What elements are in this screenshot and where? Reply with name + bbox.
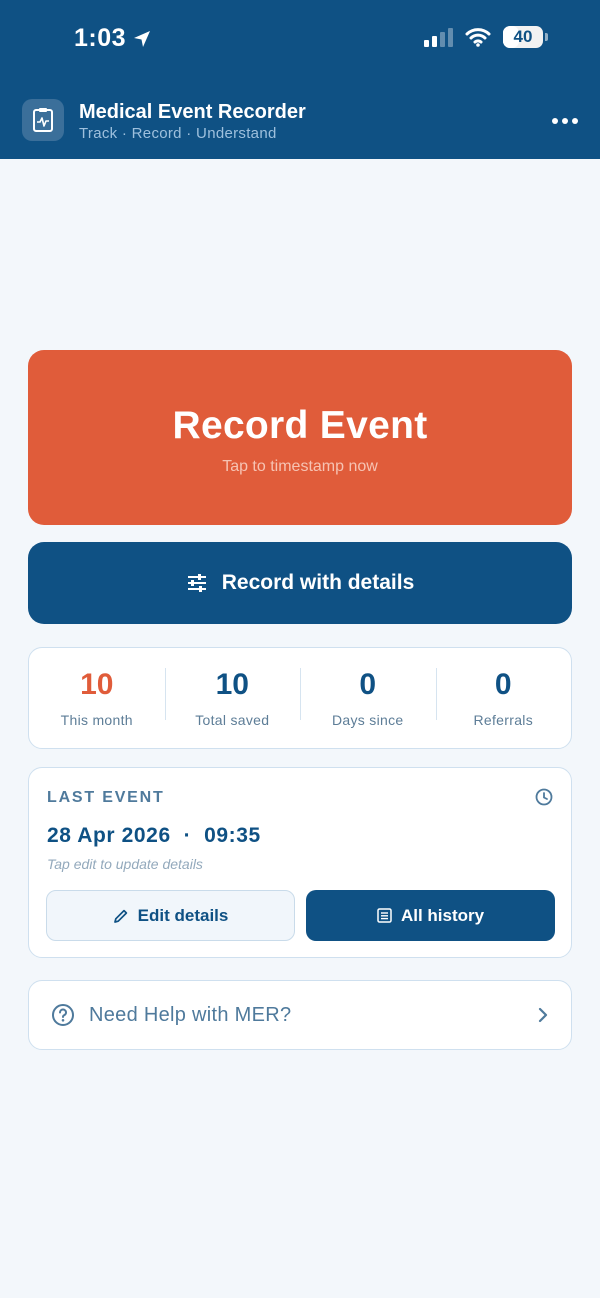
stat-value: 10 (80, 668, 114, 701)
stats-panel: 10 This month 10 Total saved 0 Days sinc… (28, 647, 572, 749)
stat-value: 0 (494, 668, 512, 701)
stat-referrals: 0 Referrals (435, 668, 572, 728)
last-event-card: LAST EVENT 28 Apr 2026 · 09:35 Tap edit … (28, 767, 572, 958)
help-circle-icon (52, 1004, 74, 1026)
status-time: 1:03 (74, 24, 152, 53)
last-event-time: 09:35 (204, 824, 261, 847)
last-event-heading: LAST EVENT (47, 789, 165, 806)
stat-label: This month (60, 712, 133, 728)
sliders-icon (187, 574, 206, 592)
status-indicators: 40 (424, 26, 548, 48)
battery-indicator: 40 (503, 26, 543, 48)
edit-details-button[interactable]: Edit details (46, 890, 295, 941)
all-history-label: All history (400, 905, 485, 925)
edit-details-label: Edit details (137, 905, 229, 925)
datetime-separator: · (183, 824, 192, 847)
record-event-title: Record Event (172, 404, 428, 447)
app-subtitle: Track · Record · Understand (79, 125, 277, 142)
list-icon (377, 908, 392, 923)
app-title: Medical Event Recorder (79, 101, 306, 123)
help-link[interactable]: Need Help with MER? (28, 980, 572, 1050)
stat-this-month: 10 This month (29, 668, 165, 728)
record-with-details-label: Record with details (221, 571, 415, 594)
cellular-signal-icon (424, 27, 453, 47)
stat-value: 0 (359, 668, 377, 701)
stat-label: Referrals (473, 712, 533, 728)
more-options-button[interactable] (552, 110, 578, 132)
last-event-datetime: 28 Apr 2026 · 09:35 (47, 824, 261, 848)
more-dot-icon (552, 118, 558, 124)
help-label: Need Help with MER? (89, 1003, 292, 1026)
stat-label: Total saved (195, 712, 270, 728)
stat-value: 10 (215, 668, 249, 701)
all-history-button[interactable]: All history (306, 890, 555, 941)
stat-label: Days since (332, 712, 404, 728)
record-with-details-button[interactable]: Record with details (28, 542, 572, 624)
clipboard-pulse-icon (22, 99, 64, 141)
battery-cap (545, 33, 548, 41)
clock-icon[interactable] (535, 788, 553, 806)
stat-total-saved: 10 Total saved (164, 668, 301, 728)
more-dot-icon (562, 118, 568, 124)
wifi-icon (465, 28, 491, 47)
record-event-button[interactable]: Record Event Tap to timestamp now (28, 350, 572, 525)
status-time-text: 1:03 (74, 24, 127, 52)
chevron-right-icon (538, 1007, 548, 1023)
more-dot-icon (572, 118, 578, 124)
location-arrow-icon (134, 30, 151, 47)
stat-days-since: 0 Days since (300, 668, 436, 728)
pencil-icon (113, 909, 127, 923)
last-event-hint: Tap edit to update details (47, 856, 203, 872)
app-header: 1:03 40 Medical Event Recorder Track · R… (0, 0, 600, 159)
record-event-subtitle: Tap to timestamp now (222, 458, 378, 475)
last-event-date: 28 Apr 2026 (47, 824, 171, 847)
battery-level: 40 (513, 27, 533, 46)
